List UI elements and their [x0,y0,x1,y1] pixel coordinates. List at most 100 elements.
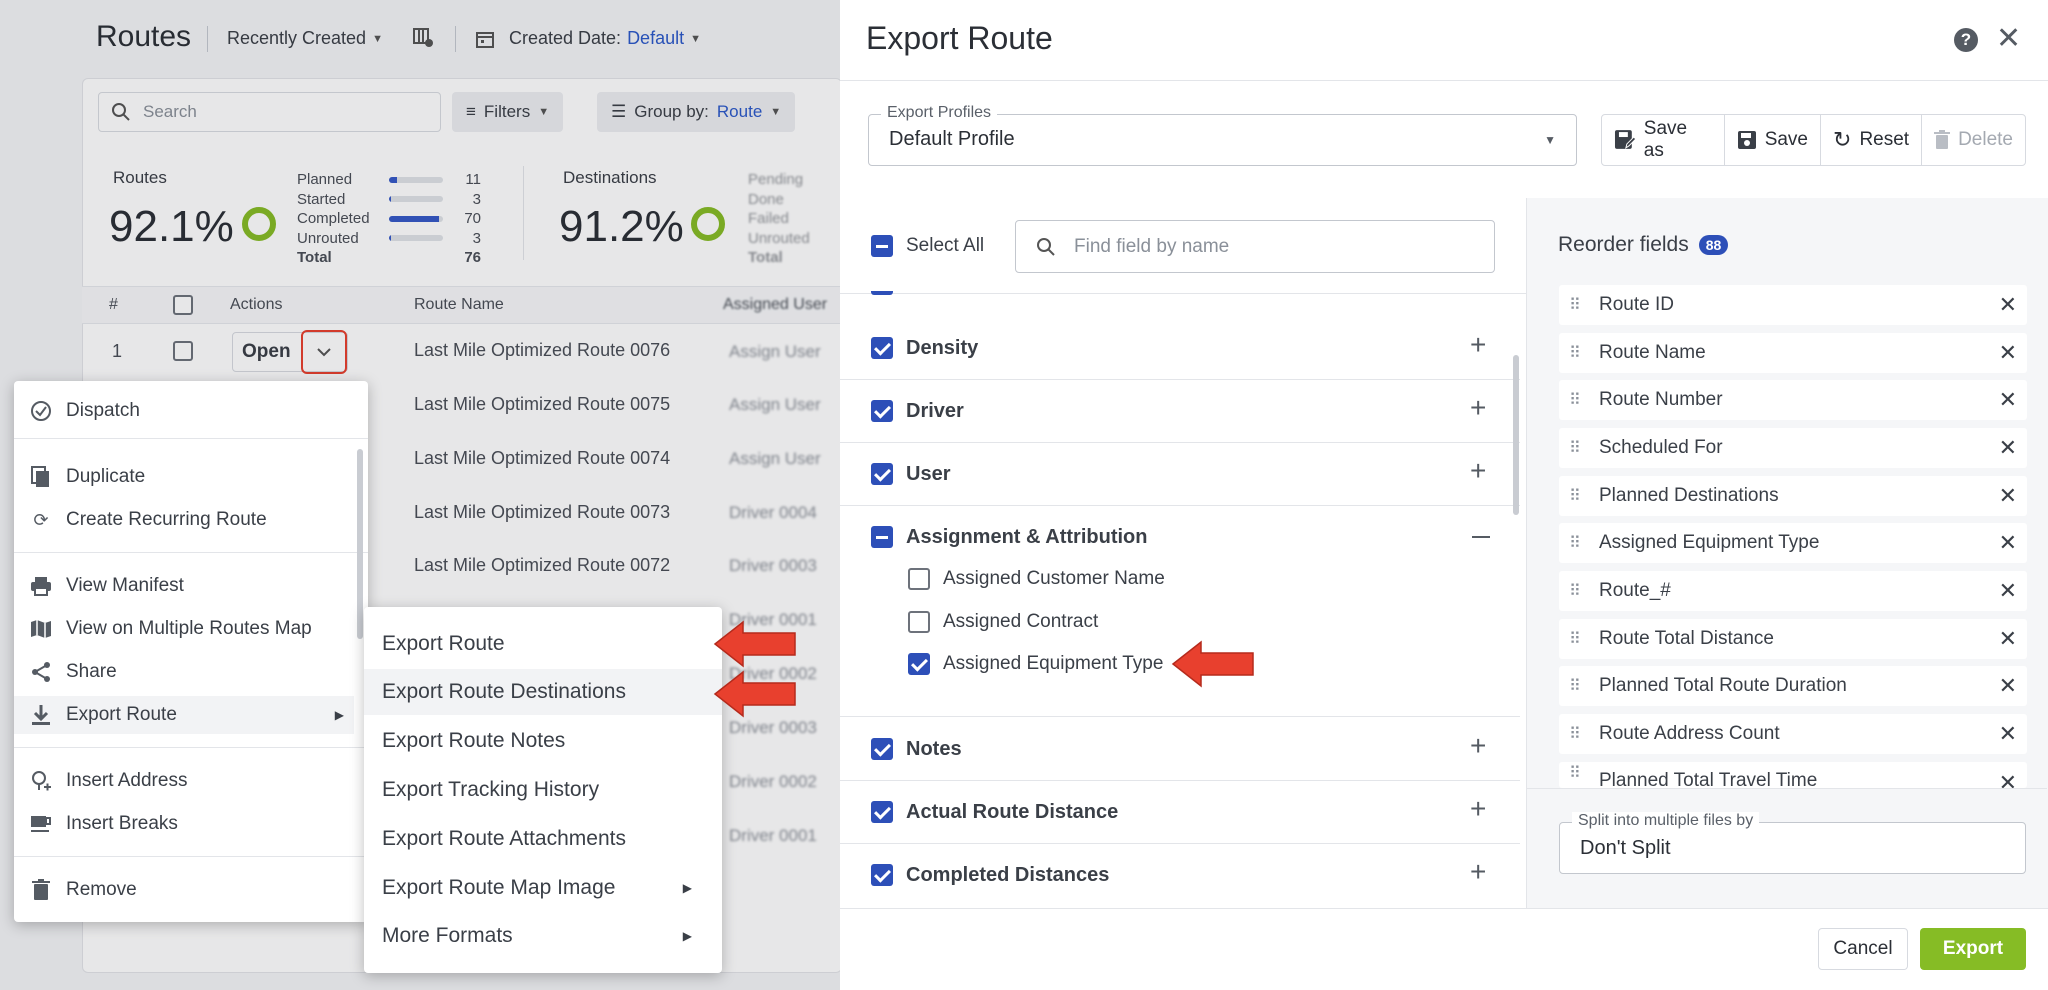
menu-item-label: View Manifest [66,575,184,596]
menu-item-create-recurring-route[interactable]: ⟳ Create Recurring Route [14,501,354,539]
expand-plus-icon[interactable]: + [1470,329,1486,361]
group-checkbox-assignment[interactable] [871,526,893,548]
reorder-field-item[interactable]: ⠿ Planned Destinations ✕ [1559,476,2027,516]
collapse-minus-icon[interactable] [1472,536,1490,538]
reorder-field-item[interactable]: ⠿ Assigned Equipment Type ✕ [1559,523,2027,563]
group-checkbox-driver[interactable] [871,400,893,422]
menu-item-view-manifest[interactable]: View Manifest [14,567,354,605]
reset-button[interactable]: ↻ Reset [1821,115,1923,165]
drag-handle-icon[interactable]: ⠿ [1569,678,1583,694]
remove-field-icon[interactable]: ✕ [1999,673,2017,699]
expand-plus-icon[interactable]: + [1470,392,1486,424]
drag-handle-icon[interactable]: ⠿ [1569,535,1583,551]
submenu-item-export-tracking-history[interactable]: Export Tracking History [364,767,722,813]
drag-handle-icon[interactable]: ⠿ [1569,345,1583,361]
expand-plus-icon[interactable]: + [1470,793,1486,825]
close-icon[interactable]: ✕ [1996,22,2021,56]
submenu-item-export-route-map-image[interactable]: Export Route Map Image ▶ [364,865,722,911]
submenu-item-export-route[interactable]: Export Route [364,621,722,667]
reorder-field-item[interactable]: ⠿ Route Number ✕ [1559,380,2027,420]
menu-item-dispatch[interactable]: Dispatch [14,392,354,430]
reorder-field-item[interactable]: ⠿ Route Name ✕ [1559,333,2027,373]
remove-field-icon[interactable]: ✕ [1999,387,2017,413]
delete-button[interactable]: Delete [1922,115,2025,165]
select-all-checkbox[interactable] [871,235,893,257]
remove-field-icon[interactable]: ✕ [1999,578,2017,604]
drag-handle-icon[interactable]: ⠿ [1569,583,1583,599]
group-checkbox-actual-route-distance[interactable] [871,801,893,823]
menu-item-label: Insert Breaks [66,813,178,834]
remove-field-icon[interactable]: ✕ [1999,770,2017,788]
cancel-button[interactable]: Cancel [1818,928,1908,970]
field-checkbox-assigned-equipment-type[interactable] [908,653,930,675]
reorder-field-item[interactable]: ⠿ Route ID ✕ [1559,285,2027,325]
group-checkbox-user[interactable] [871,463,893,485]
section-divider [840,442,1520,443]
remove-field-icon[interactable]: ✕ [1999,483,2017,509]
reorder-field-item[interactable]: ⠿ Planned Total Travel Time ✕ [1559,762,2027,788]
submenu-item-export-route-attachments[interactable]: Export Route Attachments [364,816,722,862]
drag-handle-icon[interactable]: ⠿ [1569,297,1583,313]
export-button[interactable]: Export [1920,928,2026,970]
drag-handle-icon[interactable]: ⠿ [1569,440,1583,456]
check-circle-icon [30,400,52,422]
menu-item-view-on-multiple-routes-map[interactable]: View on Multiple Routes Map [14,610,354,648]
trash-icon [30,879,52,901]
drag-handle-icon[interactable]: ⠿ [1569,488,1583,504]
menu-item-remove[interactable]: Remove [14,871,354,909]
reorder-field-item[interactable]: ⠿ Planned Total Route Duration ✕ [1559,666,2027,706]
annotation-arrow-icon [713,670,796,718]
menu-item-share[interactable]: Share [14,653,354,691]
menu-item-label: Remove [66,879,137,900]
caret-right-icon: ▶ [682,881,692,895]
menu-item-export-route[interactable]: Export Route ▶ [14,696,354,734]
reorder-field-item[interactable]: ⠿ Route Total Distance ✕ [1559,619,2027,659]
find-field-input[interactable]: Find field by name [1015,220,1495,273]
remove-field-icon[interactable]: ✕ [1999,721,2017,747]
remove-field-icon[interactable]: ✕ [1999,626,2017,652]
split-files-select[interactable]: Split into multiple files by Don't Split [1559,812,2026,874]
export-profile-value: Default Profile [889,128,1015,150]
field-checkbox-assigned-contract[interactable] [908,611,930,633]
field-checkbox-assigned-customer-name[interactable] [908,568,930,590]
menu-item-label: View on Multiple Routes Map [66,618,312,639]
expand-plus-icon[interactable]: + [1470,730,1486,762]
expand-plus-icon[interactable]: + [1470,856,1486,888]
drag-handle-icon[interactable]: ⠿ [1569,631,1583,647]
save-as-button[interactable]: Save as [1602,115,1725,165]
submenu-item-export-route-destinations[interactable]: Export Route Destinations [364,669,722,715]
reorder-field-item[interactable]: ⠿ Scheduled For ✕ [1559,428,2027,468]
expand-plus-icon[interactable]: + [1470,455,1486,487]
menu-item-insert-address[interactable]: Insert Address [14,762,354,800]
menu-item-insert-breaks[interactable]: Insert Breaks [14,805,354,843]
submenu-item-export-route-notes[interactable]: Export Route Notes [364,718,722,764]
remove-field-icon[interactable]: ✕ [1999,292,2017,318]
drag-handle-icon[interactable]: ⠿ [1569,766,1583,782]
menu-divider [14,552,368,553]
drag-handle-icon[interactable]: ⠿ [1569,726,1583,742]
group-checkbox-completed-distances[interactable] [871,864,893,886]
menu-item-label: Duplicate [66,466,146,487]
share-icon [30,661,52,683]
fields-scrollbar[interactable] [1513,355,1519,515]
save-button[interactable]: Save [1725,115,1821,165]
menu-item-duplicate[interactable]: Duplicate [14,458,354,496]
remove-field-icon[interactable]: ✕ [1999,340,2017,366]
drag-handle-icon[interactable]: ⠿ [1569,392,1583,408]
remove-field-icon[interactable]: ✕ [1999,435,2017,461]
menu-scrollbar[interactable] [357,449,363,639]
add-location-icon [30,770,52,792]
save-icon [1737,131,1756,149]
export-profile-select[interactable]: Export Profiles Default Profile ▼ [868,104,1577,166]
remove-field-icon[interactable]: ✕ [1999,530,2017,556]
reorder-field-item[interactable]: ⠿ Route Address Count ✕ [1559,714,2027,754]
submenu-item-more-formats[interactable]: More Formats ▶ [364,913,722,959]
group-checkbox-notes[interactable] [871,738,893,760]
help-icon[interactable]: ? [1954,28,1978,52]
reorder-field-label: Route Address Count [1599,723,1780,744]
reorder-field-label: Route Total Distance [1599,628,1774,649]
print-icon [30,575,52,597]
group-checkbox-density[interactable] [871,337,893,359]
reorder-field-label: Planned Destinations [1599,485,1779,506]
reorder-field-item[interactable]: ⠿ Route_# ✕ [1559,571,2027,611]
